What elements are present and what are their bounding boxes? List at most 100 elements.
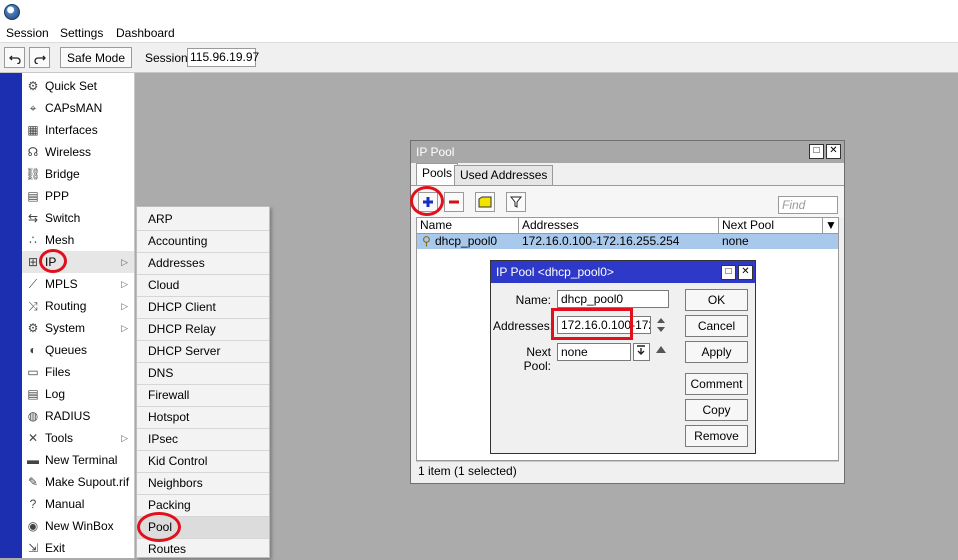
submenu-item-dhcp-relay[interactable]: DHCP Relay [137, 318, 269, 340]
menu-session[interactable]: Session [6, 26, 49, 40]
undo-button[interactable] [4, 47, 25, 68]
sidebar-item-exit[interactable]: ⇲ Exit [22, 537, 134, 559]
column-addresses[interactable]: Addresses [519, 218, 719, 233]
submenu-item-kid-control[interactable]: Kid Control [137, 450, 269, 472]
submenu-item-arp[interactable]: ARP [137, 208, 269, 230]
sidebar-item-log[interactable]: ▤ Log [22, 383, 134, 405]
cancel-button[interactable]: Cancel [685, 315, 748, 337]
sidebar-item-label: Routing [45, 299, 87, 313]
submenu-arrow-icon: ▷ [121, 322, 128, 333]
sidebar-item-quick-set[interactable]: ⚙ Quick Set [22, 75, 134, 97]
pool-icon: ⚲ [422, 234, 431, 248]
name-field[interactable]: dhcp_pool0 [557, 290, 669, 308]
sidebar-item-label: RADIUS [45, 409, 91, 423]
capsman-icon: ⌖ [29, 100, 37, 115]
sidebar-item-label: Wireless [45, 145, 92, 159]
sidebar-item-label: PPP [45, 189, 70, 203]
menu-settings[interactable]: Settings [60, 26, 103, 40]
row-next-pool: none [722, 234, 749, 248]
submenu-divider [137, 406, 269, 407]
remove-dialog-button[interactable]: Remove [685, 425, 748, 447]
remove-button[interactable] [444, 192, 464, 212]
tab-pools[interactable]: Pools [416, 163, 459, 185]
submenu-item-ipsec[interactable]: IPsec [137, 428, 269, 450]
sidebar-item-system[interactable]: ⚙ System ▷ [22, 317, 134, 339]
submenu-item-neighbors[interactable]: Neighbors [137, 472, 269, 494]
copy-button[interactable]: Copy [685, 399, 748, 421]
submenu-item-cloud[interactable]: Cloud [137, 274, 269, 296]
sidebar-item-label: Files [45, 365, 71, 379]
dialog-maximize-button[interactable]: □ [721, 265, 736, 280]
close-button[interactable]: ✕ [826, 144, 841, 159]
sidebar-item-bridge[interactable]: ⛓ Bridge [22, 163, 134, 185]
files-icon: ▭ [27, 365, 39, 379]
next-pool-dropdown-button[interactable] [633, 343, 650, 361]
submenu-item-dhcp-server[interactable]: DHCP Server [137, 340, 269, 362]
up-down-stepper-icon[interactable] [655, 317, 667, 333]
submenu-item-accounting[interactable]: Accounting [137, 230, 269, 252]
sidebar-item-label: New Terminal [45, 453, 118, 467]
sidebar-item-mesh[interactable]: ∴ Mesh [22, 229, 134, 251]
filter-button[interactable] [506, 192, 526, 212]
sidebar-item-radius[interactable]: ◍ RADIUS [22, 405, 134, 427]
sidebar-item-label: Interfaces [45, 123, 98, 137]
sidebar-item-label: Switch [45, 211, 81, 225]
sidebar-item-label: Exit [45, 541, 66, 555]
submenu-divider [137, 296, 269, 297]
apply-button[interactable]: Apply [685, 341, 748, 363]
sidebar-item-switch[interactable]: ⇆ Switch [22, 207, 134, 229]
sidebar-brand-strip [0, 73, 22, 558]
safe-mode-button[interactable]: Safe Mode [60, 47, 132, 68]
sidebar-item-new-terminal[interactable]: ▬ New Terminal [22, 449, 134, 471]
note-icon [478, 196, 492, 208]
maximize-button[interactable]: □ [809, 144, 824, 159]
row-addresses: 172.16.0.100-172.16.255.254 [522, 234, 680, 248]
submenu-item-dns[interactable]: DNS [137, 362, 269, 384]
submenu-item-dhcp-client[interactable]: DHCP Client [137, 296, 269, 318]
sidebar-item-label: Log [45, 387, 66, 401]
sidebar-item-capsman[interactable]: ⌖ CAPsMAN [22, 97, 134, 119]
sidebar-item-ppp[interactable]: ▤ PPP [22, 185, 134, 207]
ip-pool-toolbar: Find [411, 185, 844, 217]
sidebar-item-label: Quick Set [45, 79, 98, 93]
dialog-close-button[interactable]: ✕ [738, 265, 753, 280]
submenu-item-firewall[interactable]: Firewall [137, 384, 269, 406]
next-pool-select[interactable]: none [557, 343, 631, 361]
sidebar-item-mpls[interactable]: ⟋ MPLS ▷ [22, 273, 134, 295]
column-chooser-button[interactable]: ▼ [823, 218, 838, 233]
exit-icon: ⇲ [27, 541, 39, 555]
sidebar-item-manual[interactable]: ? Manual [22, 493, 134, 515]
session-label: Session: [145, 51, 192, 65]
find-input[interactable]: Find [778, 196, 838, 214]
row-name: dhcp_pool0 [435, 234, 498, 248]
menu-dashboard[interactable]: Dashboard [116, 26, 175, 40]
sidebar-item-wireless[interactable]: ☊ Wireless [22, 141, 134, 163]
menu-bar: Session Settings Dashboard [0, 24, 958, 43]
ip-highlight-circle [39, 249, 67, 273]
tab-used-addresses[interactable]: Used Addresses [454, 165, 554, 185]
sidebar-item-make-supout-rif[interactable]: ✎ Make Supout.rif [22, 471, 134, 493]
sidebar-item-queues[interactable]: ◐ Queues [22, 339, 134, 361]
radius-icon: ◍ [27, 409, 39, 423]
column-next-pool[interactable]: Next Pool [719, 218, 823, 233]
sidebar-item-files[interactable]: ▭ Files [22, 361, 134, 383]
submenu-item-addresses[interactable]: Addresses [137, 252, 269, 274]
submenu-item-hotspot[interactable]: Hotspot [137, 406, 269, 428]
addresses-highlight-box [551, 308, 633, 340]
comment-dialog-button[interactable]: Comment [685, 373, 748, 395]
add-next-pool-icon[interactable] [655, 345, 667, 355]
next-pool-label: Next Pool: [523, 345, 551, 373]
sidebar-item-label: Make Supout.rif [45, 475, 130, 489]
sidebar-item-tools[interactable]: ✕ Tools ▷ [22, 427, 134, 449]
column-name[interactable]: Name [417, 218, 519, 233]
comment-button[interactable] [475, 192, 495, 212]
redo-button[interactable] [29, 47, 50, 68]
table-row[interactable]: ⚲ dhcp_pool0 172.16.0.100-172.16.255.254… [417, 234, 838, 249]
supout-icon: ✎ [27, 475, 39, 489]
submenu-divider [137, 340, 269, 341]
sidebar-item-new-winbox[interactable]: ◉ New WinBox [22, 515, 134, 537]
sidebar-item-interfaces[interactable]: ▦ Interfaces [22, 119, 134, 141]
submenu-divider [137, 428, 269, 429]
sidebar-item-routing[interactable]: ⤨ Routing ▷ [22, 295, 134, 317]
ok-button[interactable]: OK [685, 289, 748, 311]
